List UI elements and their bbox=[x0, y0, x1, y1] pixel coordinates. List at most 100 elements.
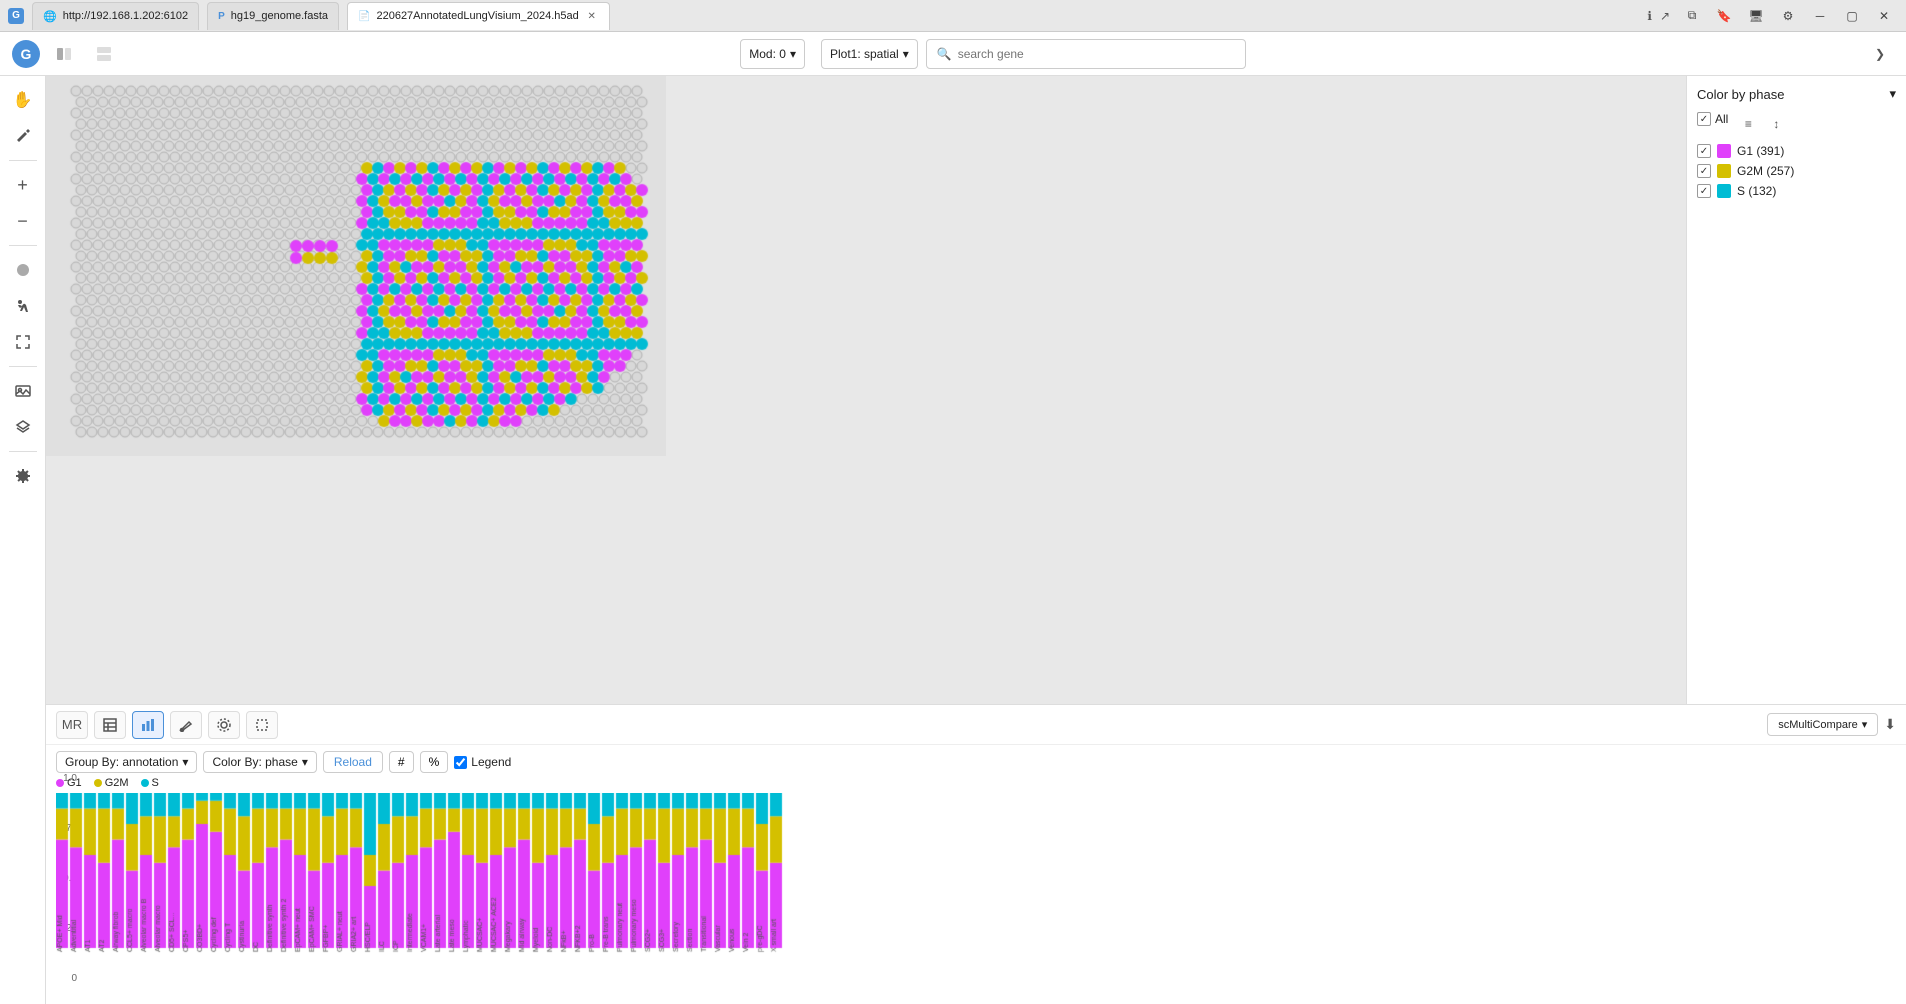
right-panel: Color by phase ▾ All ≡ ↕ G1 (391) G2M (2… bbox=[1686, 76, 1906, 704]
sc-multi-compare-button[interactable]: scMultiCompare ▾ bbox=[1767, 713, 1878, 736]
bar-chart-canvas bbox=[56, 793, 856, 993]
bookmark-button[interactable]: 🔖 bbox=[1710, 6, 1738, 26]
search-icon: 🔍 bbox=[937, 47, 952, 61]
main-toolbar: G Mod: 0 ▾ Plot1: spatial ▾ 🔍 ❯ bbox=[0, 32, 1906, 76]
chevron-down-icon: ▾ bbox=[790, 47, 796, 61]
color-by-selector[interactable]: Color By: phase ▾ bbox=[203, 751, 316, 773]
chart-legend-S: S bbox=[141, 777, 159, 789]
file-icon-fasta: P bbox=[218, 11, 225, 22]
spatial-view[interactable]: // This will be handled by the render sc… bbox=[46, 76, 1686, 704]
globe-icon: 🌐 bbox=[43, 10, 57, 23]
legend-cb-g1[interactable] bbox=[1697, 144, 1711, 158]
left-sidebar: ✋ + − bbox=[0, 76, 46, 1004]
chevron-down-icon-colorby[interactable]: ▾ bbox=[1889, 86, 1896, 102]
group-by-selector[interactable]: Group By: annotation ▾ bbox=[56, 751, 197, 773]
legend-item-g1: G1 (391) bbox=[1697, 144, 1896, 158]
tab-h5ad[interactable]: 📄 220627AnnotatedLungVisium_2024.h5ad ✕ bbox=[347, 2, 610, 30]
color-by-header: Color by phase ▾ bbox=[1697, 86, 1896, 102]
display-button[interactable]: 🖥 bbox=[1742, 6, 1770, 26]
expand-tool-button[interactable] bbox=[7, 326, 39, 358]
sidebar-toggle-button[interactable] bbox=[48, 38, 80, 70]
image-tool-button[interactable] bbox=[7, 375, 39, 407]
brush-tool-button[interactable] bbox=[170, 711, 202, 739]
close-tab-button[interactable]: ✕ bbox=[585, 9, 599, 23]
chart-area: G1G2MS 1.0 0.75 0.5 0.25 0 bbox=[46, 773, 1906, 1004]
app-logo: G bbox=[12, 40, 40, 68]
content-area: // This will be handled by the render sc… bbox=[46, 76, 1906, 1004]
run-tool-button[interactable] bbox=[7, 290, 39, 322]
legend-color-s bbox=[1717, 184, 1731, 198]
bottom-toolbar: MR scMultiCompare bbox=[46, 705, 1906, 745]
bars-scroll-area[interactable] bbox=[56, 793, 1896, 993]
legend-checkbox[interactable] bbox=[454, 756, 467, 769]
settings-button[interactable]: ⚙ bbox=[1774, 6, 1802, 26]
titlebar: G 🌐 http://192.168.1.202:6102 P hg19_gen… bbox=[0, 0, 1906, 32]
bottom-panel: MR scMultiCompare bbox=[46, 704, 1906, 1004]
sidebar-divider-3 bbox=[9, 366, 37, 367]
legend-cb-s[interactable] bbox=[1697, 184, 1711, 198]
plot-selector[interactable]: Plot1: spatial ▾ bbox=[821, 39, 918, 69]
legend-checkbox-label[interactable]: Legend bbox=[454, 755, 511, 769]
gene-search-box[interactable]: 🔍 bbox=[926, 39, 1246, 69]
sidebar-divider-4 bbox=[9, 451, 37, 452]
select-tool-button[interactable] bbox=[246, 711, 278, 739]
search-input[interactable] bbox=[958, 47, 1235, 61]
edit-tool-button[interactable] bbox=[7, 120, 39, 152]
legend-sort-icon[interactable]: ↕ bbox=[1764, 112, 1788, 136]
settings-tool-button[interactable] bbox=[7, 460, 39, 492]
tab-fasta[interactable]: P hg19_genome.fasta bbox=[207, 2, 339, 30]
restore-window-button[interactable]: ⧉ bbox=[1678, 6, 1706, 26]
table-tool-button[interactable] bbox=[94, 711, 126, 739]
network-tool-button[interactable] bbox=[208, 711, 240, 739]
chart-legend: G1G2MS bbox=[56, 777, 1896, 789]
sidebar-divider-2 bbox=[9, 245, 37, 246]
spatial-canvas: // This will be handled by the render sc… bbox=[46, 76, 1686, 704]
panel-toggle-button[interactable] bbox=[88, 38, 120, 70]
legend-filter-icon[interactable]: ≡ bbox=[1736, 112, 1760, 136]
all-checkbox[interactable] bbox=[1697, 112, 1711, 126]
bottom-controls: Group By: annotation ▾ Color By: phase ▾… bbox=[46, 745, 1906, 773]
legend-items: G1 (391) G2M (257) S (132) bbox=[1697, 144, 1896, 198]
legend-color-g2m bbox=[1717, 164, 1731, 178]
reload-button[interactable]: Reload bbox=[323, 751, 383, 773]
layer-tool-button[interactable] bbox=[7, 411, 39, 443]
subtract-tool-button[interactable]: − bbox=[7, 205, 39, 237]
legend-dot-G2M bbox=[94, 779, 102, 787]
legend-color-g1 bbox=[1717, 144, 1731, 158]
chart-with-yaxis: 1.0 0.75 0.5 0.25 0 bbox=[56, 793, 1896, 993]
expand-panel-button[interactable]: ❯ bbox=[1866, 40, 1894, 68]
percent-button[interactable]: % bbox=[420, 751, 449, 773]
bar-chart-tool-button[interactable] bbox=[132, 711, 164, 739]
add-tool-button[interactable]: + bbox=[7, 169, 39, 201]
color-by-label: Color by phase bbox=[1697, 87, 1784, 102]
chevron-down-icon-group: ▾ bbox=[182, 755, 188, 769]
chevron-down-icon-color: ▾ bbox=[302, 755, 308, 769]
tissue-canvas bbox=[46, 76, 666, 456]
tab-url[interactable]: 🌐 http://192.168.1.202:6102 bbox=[32, 2, 199, 30]
maximize-button[interactable]: ▢ bbox=[1838, 6, 1866, 26]
legend-item-g2m: G2M (257) bbox=[1697, 164, 1896, 178]
chevron-down-icon-sc: ▾ bbox=[1862, 718, 1868, 731]
chart-legend-G2M: G2M bbox=[94, 777, 129, 789]
mr-tool-button[interactable]: MR bbox=[56, 711, 88, 739]
legend-controls: All ≡ ↕ bbox=[1697, 112, 1896, 136]
hash-button[interactable]: # bbox=[389, 751, 414, 773]
close-window-button[interactable]: ✕ bbox=[1870, 6, 1898, 26]
hand-tool-button[interactable]: ✋ bbox=[7, 84, 39, 116]
sidebar-divider-1 bbox=[9, 160, 37, 161]
share-icon[interactable]: ↗ bbox=[1660, 9, 1670, 23]
legend-item-s: S (132) bbox=[1697, 184, 1896, 198]
main-layout: ✋ + − bbox=[0, 76, 1906, 1004]
info-icon[interactable]: ℹ bbox=[1647, 9, 1652, 23]
window-controls: ⧉ 🔖 🖥 ⚙ ─ ▢ ✕ bbox=[1678, 6, 1898, 26]
mod-selector[interactable]: Mod: 0 ▾ bbox=[740, 39, 805, 69]
legend-dot-S bbox=[141, 779, 149, 787]
minimize-button[interactable]: ─ bbox=[1806, 6, 1834, 26]
download-button[interactable]: ⬇ bbox=[1884, 716, 1896, 733]
legend-cb-g2m[interactable] bbox=[1697, 164, 1711, 178]
chevron-down-icon-plot: ▾ bbox=[903, 47, 909, 61]
file-icon-h5ad: 📄 bbox=[358, 11, 370, 22]
all-label: All bbox=[1715, 112, 1728, 136]
shape-tool-button[interactable] bbox=[7, 254, 39, 286]
app-icon: G bbox=[8, 8, 24, 24]
